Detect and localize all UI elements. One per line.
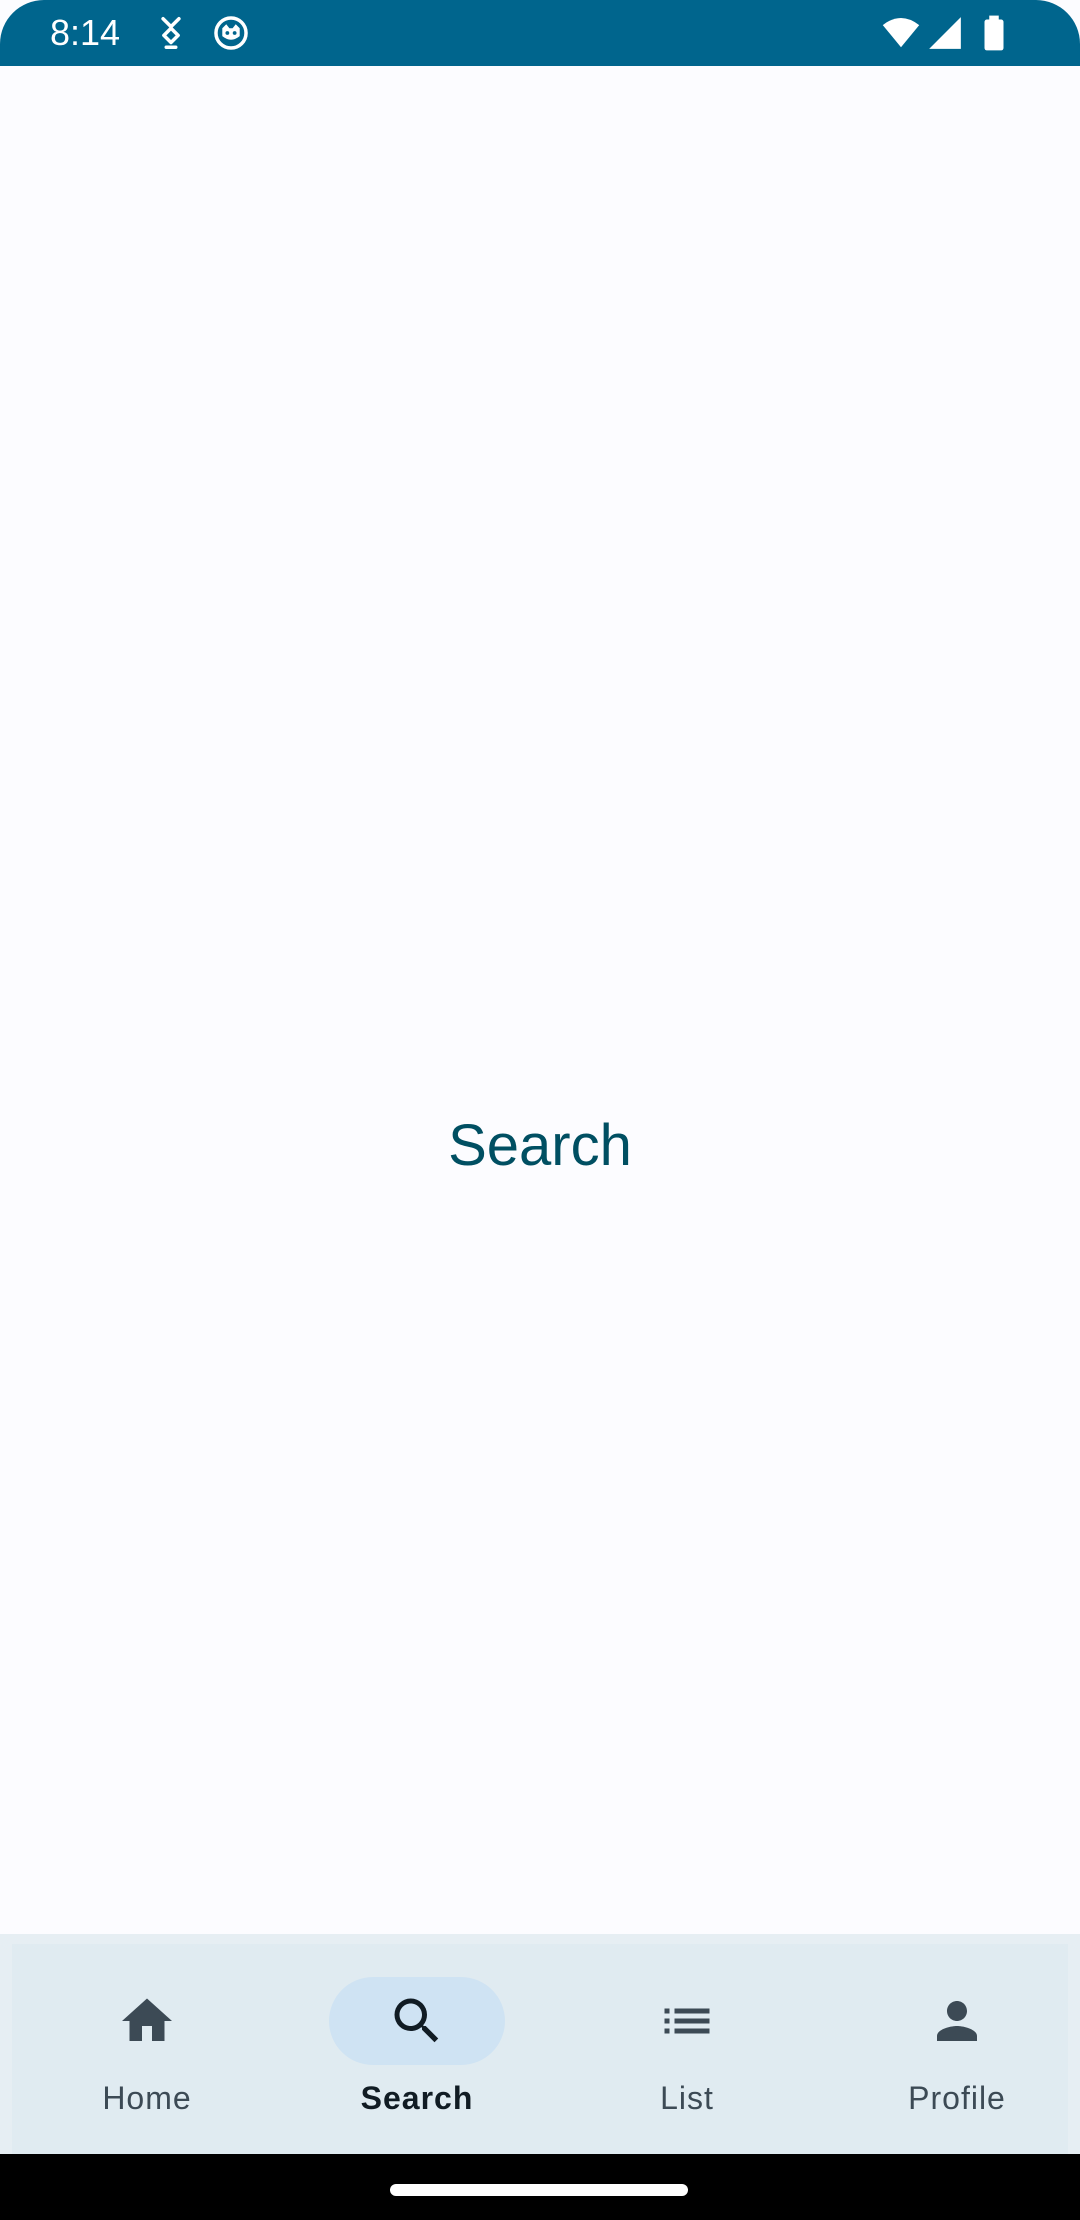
bottom-navigation-bar: Home Search List Profile bbox=[0, 1934, 1080, 2154]
battery-icon bbox=[984, 15, 1004, 51]
list-icon bbox=[664, 2008, 710, 2034]
nav-item-home[interactable]: Home bbox=[12, 1944, 282, 2154]
main-content: Search bbox=[0, 66, 1080, 1934]
cat-notification-icon bbox=[161, 17, 181, 49]
page-title: Search bbox=[448, 1113, 632, 1178]
nav-item-list[interactable]: List bbox=[552, 1944, 822, 2154]
cellular-signal-icon bbox=[929, 17, 961, 49]
nav-label-list: List bbox=[660, 2080, 714, 2116]
home-gesture-handle[interactable] bbox=[390, 2184, 688, 2196]
home-icon bbox=[122, 1998, 172, 2041]
nav-item-search[interactable]: Search bbox=[282, 1944, 552, 2154]
search-icon bbox=[394, 1998, 439, 2043]
system-gesture-bar bbox=[0, 2154, 1080, 2220]
person-icon bbox=[937, 2001, 977, 2041]
nav-label-home: Home bbox=[102, 2080, 192, 2116]
status-time: 8:14 bbox=[50, 12, 121, 53]
nav-item-profile[interactable]: Profile bbox=[822, 1944, 1080, 2154]
circle-face-icon bbox=[214, 16, 248, 50]
nav-label-search: Search bbox=[360, 2080, 474, 2116]
nav-label-profile: Profile bbox=[908, 2080, 1006, 2116]
wifi-icon bbox=[882, 17, 920, 48]
status-bar: 8:14 bbox=[0, 0, 1080, 66]
